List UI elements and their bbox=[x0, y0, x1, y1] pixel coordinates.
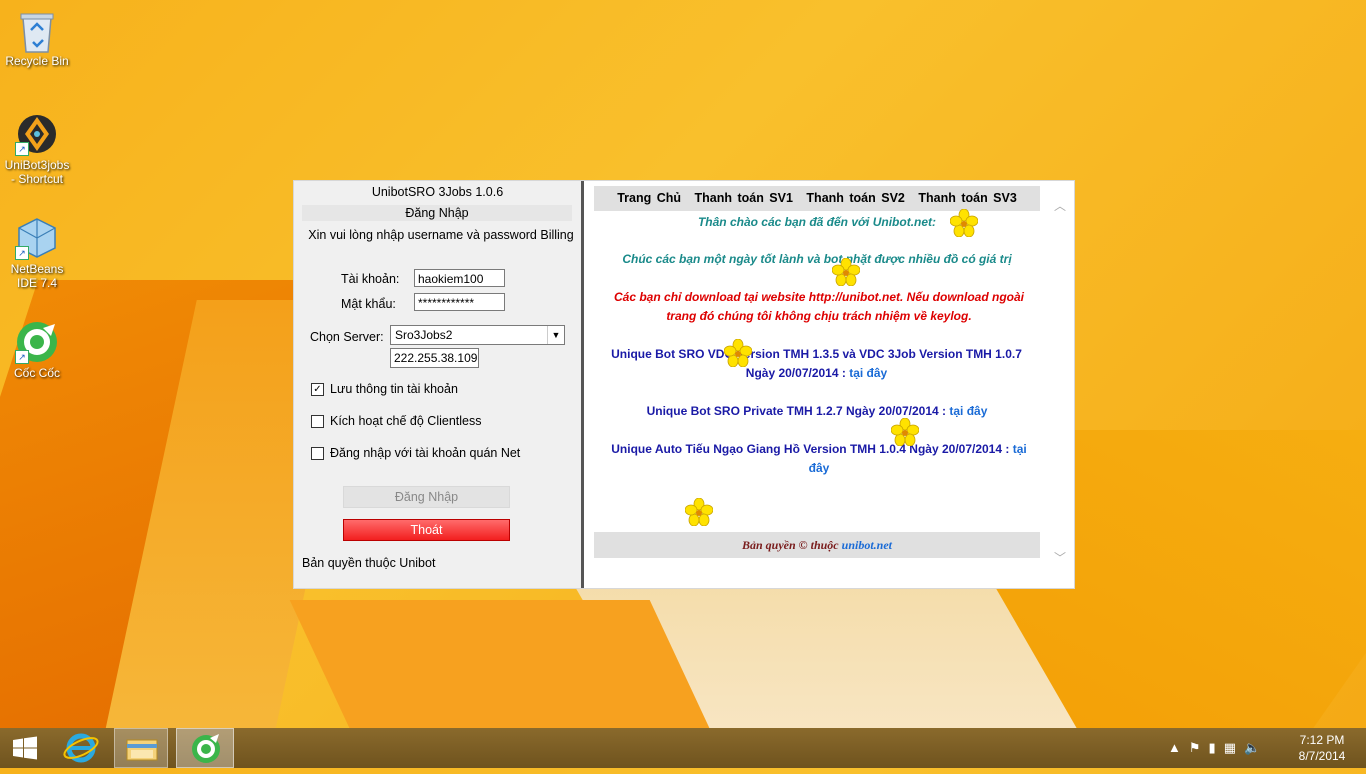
login-button[interactable]: Đăng Nhập bbox=[343, 486, 510, 508]
clock-date: 8/7/2014 bbox=[1298, 749, 1346, 763]
download-link[interactable]: tại đây bbox=[949, 404, 987, 418]
desktop-icon-unibot[interactable]: ↗ UniBot3jobs - Shortcut bbox=[2, 112, 72, 186]
system-tray: ▲ ⚑ ▮ ▦ 🔈 bbox=[1168, 740, 1260, 756]
desktop-icon-netbeans[interactable]: ↗ NetBeans IDE 7.4 bbox=[2, 216, 72, 290]
download-item-text: Unique Auto Tiếu Ngạo Giang Hồ Version T… bbox=[611, 442, 1010, 456]
web-footer: Bản quyền © thuộc unibot.net bbox=[594, 532, 1040, 558]
volume-icon[interactable]: 🔈 bbox=[1244, 740, 1260, 756]
shortcut-arrow-icon: ↗ bbox=[15, 142, 29, 156]
nav-payment-sv2[interactable]: Thanh toán SV2 bbox=[806, 191, 904, 205]
coccoc-icon: ↗ bbox=[15, 320, 59, 364]
unibot-icon: ↗ bbox=[15, 112, 59, 156]
save-account-checkbox[interactable]: ✓ Lưu thông tin tài khoản bbox=[311, 382, 458, 396]
checkbox-label: Đăng nhập với tài khoản quán Net bbox=[330, 446, 521, 460]
desktop-icon-label: Recycle Bin bbox=[5, 54, 69, 68]
desktop-icon-recycle-bin[interactable]: Recycle Bin bbox=[2, 8, 72, 68]
desktop-icon-label: UniBot3jobs - Shortcut bbox=[4, 158, 70, 186]
taskbar-clock[interactable]: 7:12 PM 8/7/2014 bbox=[1290, 732, 1354, 764]
warning-text: Các bạn chỉ download tại website http://… bbox=[614, 290, 1024, 323]
shortcut-arrow-icon: ↗ bbox=[15, 350, 29, 364]
flower-icon bbox=[891, 418, 919, 446]
download-item-3: Unique Auto Tiếu Ngạo Giang Hồ Version T… bbox=[609, 440, 1029, 478]
flag-icon[interactable]: ⚑ bbox=[1189, 740, 1201, 756]
download-item-text: Unique Bot SRO VDC Version TMH 1.3.5 và … bbox=[611, 347, 1022, 380]
section-title: Đăng Nhập bbox=[302, 205, 572, 221]
desktop-icon-coccoc[interactable]: ↗ Cốc Cốc bbox=[2, 320, 72, 380]
coccoc-icon bbox=[192, 734, 220, 763]
scroll-down-icon[interactable]: ﹀ bbox=[1054, 549, 1066, 566]
clock-time: 7:12 PM bbox=[1299, 733, 1345, 747]
download-item-text: Unique Bot SRO Private TMH 1.2.7 Ngày 20… bbox=[646, 404, 947, 418]
chevron-down-icon[interactable]: ▼ bbox=[547, 326, 564, 344]
checkbox-label: Kích hoạt chế độ Clientless bbox=[330, 414, 482, 428]
download-link[interactable]: tại đây bbox=[849, 366, 887, 380]
taskbar-file-explorer[interactable] bbox=[114, 728, 168, 768]
nav-home[interactable]: Trang Chủ bbox=[617, 191, 681, 205]
shortcut-arrow-icon: ↗ bbox=[15, 246, 29, 260]
flower-icon bbox=[685, 498, 713, 526]
nav-payment-sv3[interactable]: Thanh toán SV3 bbox=[918, 191, 1016, 205]
start-button[interactable] bbox=[0, 728, 50, 768]
wallpaper-shape bbox=[289, 600, 711, 730]
desktop-icon-label: NetBeans IDE 7.4 bbox=[10, 262, 64, 290]
clientless-checkbox[interactable]: Kích hoạt chế độ Clientless bbox=[311, 414, 481, 428]
nav-payment-sv1[interactable]: Thanh toán SV1 bbox=[694, 191, 792, 205]
checkbox-label: Lưu thông tin tài khoản bbox=[330, 382, 458, 396]
window-title: UnibotSRO 3Jobs 1.0.6 bbox=[371, 185, 504, 199]
taskbar-ie[interactable] bbox=[56, 728, 106, 768]
server-select[interactable]: Sro3Jobs2 ▼ bbox=[390, 325, 565, 345]
taskbar-coccoc[interactable] bbox=[176, 728, 234, 768]
flower-icon bbox=[832, 258, 860, 286]
netbeans-icon: ↗ bbox=[15, 216, 59, 260]
footer-text: Bản quyền © thuộc bbox=[741, 538, 839, 552]
windows-logo-icon bbox=[13, 736, 37, 760]
netcafe-login-checkbox[interactable]: Đăng nhập với tài khoản quán Net bbox=[311, 446, 520, 460]
network-icon[interactable]: ▦ bbox=[1224, 740, 1236, 756]
download-item-1: Unique Bot SRO VDC Version TMH 1.3.5 và … bbox=[609, 345, 1024, 383]
server-select-value: Sro3Jobs2 bbox=[395, 328, 453, 342]
login-panel: UnibotSRO 3Jobs 1.0.6 Đăng Nhập Xin vui … bbox=[294, 181, 581, 588]
left-copyright: Bản quyền thuộc Unibot bbox=[302, 556, 436, 570]
taskbar: ▲ ⚑ ▮ ▦ 🔈 7:12 PM 8/7/2014 bbox=[0, 728, 1366, 768]
flower-icon bbox=[950, 209, 978, 237]
server-ip-input[interactable]: 222.255.38.109 bbox=[390, 348, 479, 368]
account-input[interactable]: haokiem100 bbox=[414, 269, 505, 287]
footer-link[interactable]: unibot.net bbox=[842, 538, 892, 552]
exit-button[interactable]: Thoát bbox=[343, 519, 510, 541]
flower-icon bbox=[724, 339, 752, 367]
checkbox-icon[interactable] bbox=[311, 414, 324, 428]
checkbox-checked-icon[interactable]: ✓ bbox=[311, 382, 324, 396]
show-hidden-icons-icon[interactable]: ▲ bbox=[1168, 740, 1181, 756]
password-label: Mật khẩu: bbox=[341, 297, 396, 311]
unibot-window: UnibotSRO 3Jobs 1.0.6 Đăng Nhập Xin vui … bbox=[293, 180, 1075, 589]
desktop-icon-label: Cốc Cốc bbox=[13, 366, 60, 380]
account-label: Tài khoản: bbox=[341, 272, 400, 286]
server-label: Chọn Server: bbox=[310, 330, 384, 344]
web-nav: Trang Chủ Thanh toán SV1 Thanh toán SV2 … bbox=[594, 186, 1040, 211]
web-panel: Trang Chủ Thanh toán SV1 Thanh toán SV2 … bbox=[584, 181, 1074, 588]
login-prompt: Xin vui lòng nhập username và password B… bbox=[308, 228, 574, 242]
recycle-bin-icon bbox=[15, 8, 59, 53]
wish-text: Chúc các bạn một ngày tốt lành và bot nh… bbox=[622, 252, 1012, 266]
checkbox-icon[interactable] bbox=[311, 446, 324, 460]
internet-explorer-icon bbox=[63, 733, 99, 763]
power-icon[interactable]: ▮ bbox=[1209, 740, 1216, 756]
password-input[interactable]: ************ bbox=[414, 293, 505, 311]
folder-icon bbox=[126, 739, 158, 761]
scroll-up-icon[interactable]: ︿ bbox=[1054, 197, 1066, 214]
download-item-2: Unique Bot SRO Private TMH 1.2.7 Ngày 20… bbox=[594, 402, 1040, 421]
